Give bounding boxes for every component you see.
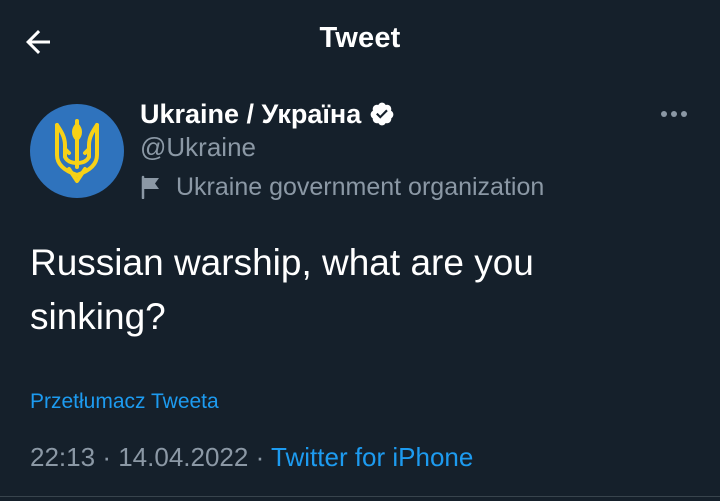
author-display-name[interactable]: Ukraine / Україна — [140, 99, 361, 130]
tweet-date[interactable]: 14.04.2022 — [118, 442, 248, 472]
affiliation-text: Ukraine government organization — [176, 172, 545, 201]
separator: · — [102, 442, 111, 472]
more-options-button[interactable] — [648, 96, 700, 132]
separator: · — [255, 442, 265, 472]
author-name-row[interactable]: Ukraine / Україна — [140, 96, 395, 132]
author-handle[interactable]: @Ukraine — [140, 132, 256, 163]
tweet-time[interactable]: 22:13 — [30, 442, 95, 472]
verified-badge-icon — [369, 101, 395, 127]
tweet-text-line: sinking? — [30, 296, 166, 337]
page-title: Tweet — [319, 22, 401, 54]
top-app-bar: Tweet — [0, 0, 720, 84]
government-affiliation-label: Ukraine government organization — [140, 170, 544, 204]
tweet-text: Russian warship, what are you sinking? — [30, 236, 680, 344]
flag-icon — [140, 174, 166, 200]
tweet-text-line: Russian warship, what are you — [30, 242, 534, 283]
divider — [0, 496, 720, 497]
tweet-source-link[interactable]: Twitter for iPhone — [271, 442, 473, 472]
tweet-metadata: 22:13 · 14.04.2022 · Twitter for iPhone — [30, 442, 473, 473]
avatar[interactable] — [30, 104, 124, 198]
translate-tweet-link[interactable]: Przetłumacz Tweeta — [30, 390, 219, 414]
trident-coat-of-arms-icon — [55, 119, 99, 183]
more-horizontal-icon — [661, 111, 687, 117]
